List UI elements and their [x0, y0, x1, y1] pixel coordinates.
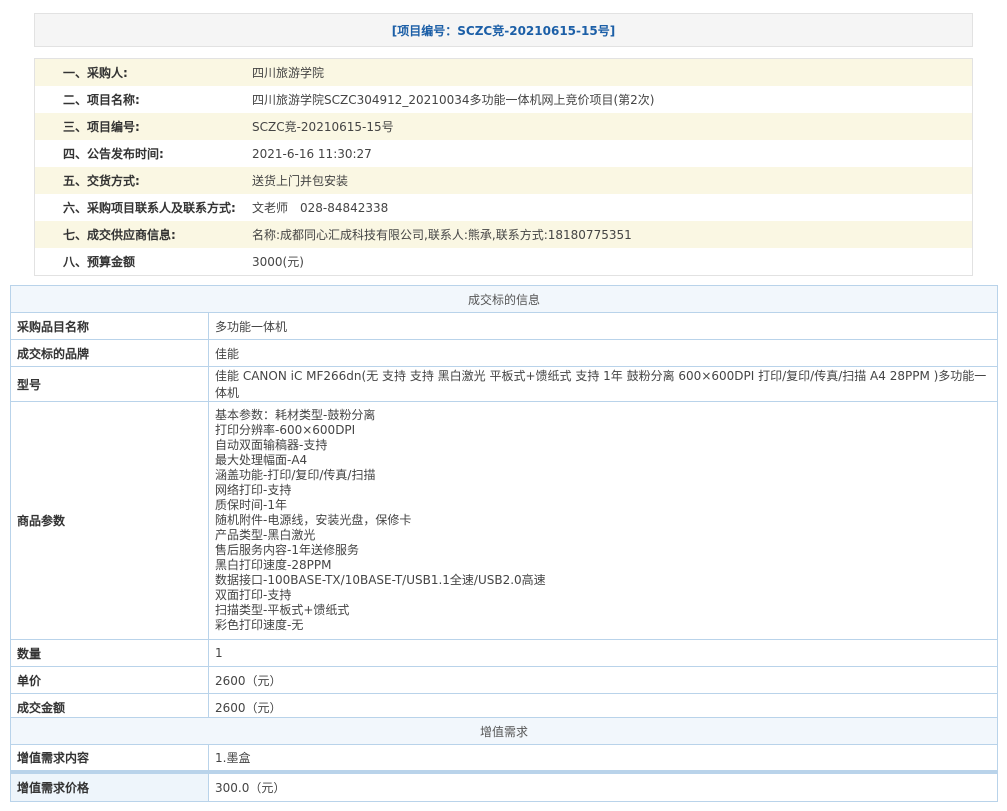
table-row: 商品参数 基本参数：耗材类型-鼓粉分离 打印分辨率-600×600DPI 自动双… — [10, 401, 998, 640]
param-line: 网络打印-支持 — [215, 483, 292, 497]
info-row-publish-time: 四、公告发布时间: 2021-6-16 11:30:27 — [35, 140, 972, 167]
param-line: 扫描类型-平板式+馈纸式 — [215, 603, 350, 617]
info-row-purchaser: 一、采购人: 四川旅游学院 — [35, 59, 972, 86]
table-row: 采购品目名称 多功能一体机 — [10, 312, 998, 340]
quantity-label: 数量 — [10, 639, 209, 667]
params-value: 基本参数：耗材类型-鼓粉分离 打印分辨率-600×600DPI 自动双面输稿器-… — [208, 401, 998, 640]
info-row-budget: 八、预算金额 3000(元) — [35, 248, 972, 275]
brand-label: 成交标的品牌 — [10, 339, 209, 367]
param-line: 自动双面输稿器-支持 — [215, 438, 328, 452]
value-add-title: 增值需求 — [10, 717, 998, 745]
info-value: SCZC竞-20210615-15号 — [252, 120, 394, 134]
quantity-value: 1 — [208, 639, 998, 667]
table-row: 增值需求内容 1.墨盒 — [10, 744, 998, 772]
brand-value: 佳能 — [208, 339, 998, 367]
param-line: 基本参数：耗材类型-鼓粉分离 — [215, 408, 376, 422]
info-value: 2021-6-16 11:30:27 — [252, 146, 372, 161]
param-line: 打印分辨率-600×600DPI — [215, 423, 356, 437]
param-line: 双面打印-支持 — [215, 588, 292, 602]
item-name-label: 采购品目名称 — [10, 312, 209, 340]
item-name-value: 多功能一体机 — [208, 312, 998, 340]
value-add-price-value: 300.0（元） — [208, 769, 998, 802]
table-row: 数量 1 — [10, 639, 998, 667]
info-label: 五、交货方式: — [63, 174, 140, 188]
value-add-title-row: 增值需求 — [10, 717, 998, 745]
info-value: 文老师 028-84842338 — [252, 201, 389, 215]
param-line: 质保时间-1年 — [215, 498, 287, 512]
info-label: 二、项目名称: — [63, 93, 140, 107]
unit-price-value: 2600（元） — [208, 666, 998, 694]
value-add-table: 增值需求 增值需求内容 1.墨盒 增值需求价格 300.0（元） — [10, 717, 998, 802]
value-add-price-label: 增值需求价格 — [10, 769, 209, 802]
deal-table-title-row: 成交标的信息 — [10, 285, 998, 313]
info-label: 一、采购人: — [63, 66, 128, 80]
param-line: 彩色打印速度-无 — [215, 618, 304, 632]
table-row: 单价 2600（元） — [10, 666, 998, 694]
project-number-header: [项目编号：SCZC竞-20210615-15号] — [34, 13, 973, 47]
info-value: 名称:成都同心汇成科技有限公司,联系人:熊承,联系方式:18180775351 — [252, 228, 632, 242]
info-label: 三、项目编号: — [63, 120, 140, 134]
model-value: 佳能 CANON iC MF266dn(无 支持 支持 黑白激光 平板式+馈纸式… — [208, 366, 998, 402]
info-row-project-name: 二、项目名称: 四川旅游学院SCZC304912_20210034多功能一体机网… — [35, 86, 972, 113]
param-line: 数据接口-100BASE-TX/10BASE-T/USB1.1全速/USB2.0… — [215, 573, 546, 587]
info-value: 送货上门并包安装 — [252, 174, 349, 188]
info-value: 四川旅游学院SCZC304912_20210034多功能一体机网上竞价项目(第2… — [252, 93, 655, 107]
info-label: 八、预算金额 — [63, 255, 136, 269]
table-row: 增值需求价格 300.0（元） — [10, 769, 998, 802]
info-row-supplier: 七、成交供应商信息: 名称:成都同心汇成科技有限公司,联系人:熊承,联系方式:1… — [35, 221, 972, 248]
info-row-project-number: 三、项目编号: SCZC竞-20210615-15号 — [35, 113, 972, 140]
info-label: 六、采购项目联系人及联系方式: — [63, 201, 236, 215]
param-line: 最大处理幅面-A4 — [215, 453, 308, 467]
param-line: 涵盖功能-打印/复印/传真/扫描 — [215, 468, 376, 482]
table-row: 成交标的品牌 佳能 — [10, 339, 998, 367]
info-value: 3000(元) — [252, 255, 304, 269]
model-label: 型号 — [10, 366, 209, 402]
info-row-delivery: 五、交货方式: 送货上门并包安装 — [35, 167, 972, 194]
info-row-contact: 六、采购项目联系人及联系方式: 文老师 028-84842338 — [35, 194, 972, 221]
deal-table-title: 成交标的信息 — [10, 285, 998, 313]
announcement-page: [项目编号：SCZC竞-20210615-15号] 一、采购人: 四川旅游学院 … — [0, 0, 1007, 811]
unit-price-label: 单价 — [10, 666, 209, 694]
param-line: 黑白打印速度-28PPM — [215, 558, 332, 572]
param-line: 产品类型-黑白激光 — [215, 528, 316, 542]
params-label: 商品参数 — [10, 401, 209, 640]
info-label: 七、成交供应商信息: — [63, 228, 176, 242]
param-line: 随机附件-电源线，安装光盘，保修卡 — [215, 513, 412, 527]
deal-info-table: 成交标的信息 采购品目名称 多功能一体机 成交标的品牌 佳能 型号 佳能 CAN… — [10, 285, 998, 721]
info-label: 四、公告发布时间: — [63, 147, 164, 161]
project-info-list: 一、采购人: 四川旅游学院 二、项目名称: 四川旅游学院SCZC304912_2… — [34, 58, 973, 276]
value-add-content-label: 增值需求内容 — [10, 744, 209, 772]
info-value: 四川旅游学院 — [252, 66, 325, 80]
value-add-content-value: 1.墨盒 — [208, 744, 998, 772]
table-row: 型号 佳能 CANON iC MF266dn(无 支持 支持 黑白激光 平板式+… — [10, 366, 998, 402]
param-line: 售后服务内容-1年送修服务 — [215, 543, 359, 557]
